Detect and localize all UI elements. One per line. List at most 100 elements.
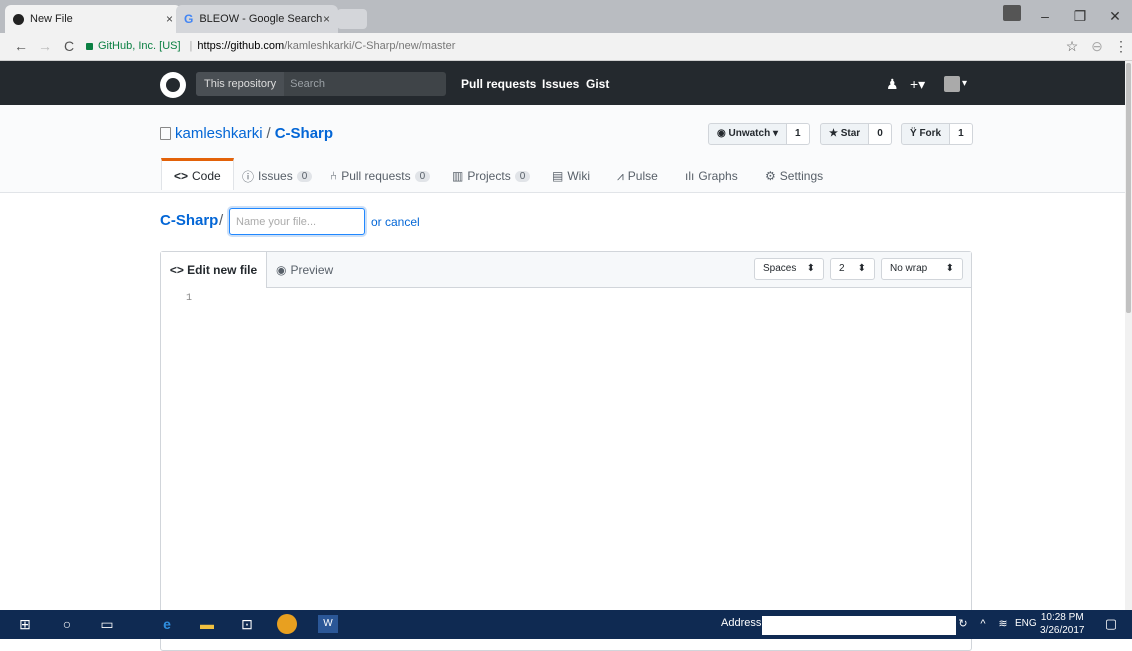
- header-nav-pull-requests[interactable]: Pull requests: [461, 72, 536, 96]
- reload-icon[interactable]: C: [60, 36, 78, 56]
- tab-graphs[interactable]: ılı Graphs: [685, 160, 738, 192]
- taskbar-clock[interactable]: 10:28 PM 3/26/2017: [1040, 611, 1085, 637]
- edge-browser-icon[interactable]: e: [156, 613, 178, 635]
- tab-code[interactable]: <> Code: [161, 158, 234, 190]
- star-button[interactable]: ★ Star: [820, 123, 870, 145]
- tab-pulse-label: Pulse: [627, 169, 658, 183]
- extension-icon[interactable]: ⊖: [1088, 36, 1106, 56]
- tab-wiki[interactable]: ▤ Wiki: [552, 160, 590, 192]
- forward-arrow-icon[interactable]: →: [36, 36, 54, 56]
- select-arrows-icon: ⬍: [945, 263, 954, 274]
- edit-new-file-tab[interactable]: <> Edit new file: [161, 252, 267, 288]
- url-separator: |: [189, 40, 193, 52]
- new-tab-button[interactable]: [337, 9, 367, 29]
- store-icon[interactable]: ⊡: [236, 613, 258, 635]
- browser-menu-icon[interactable]: ⋮: [1112, 36, 1130, 56]
- github-logo-icon[interactable]: [160, 72, 186, 98]
- unwatch-button[interactable]: ◉ Unwatch ▾: [708, 123, 787, 145]
- minimize-button[interactable]: –: [1030, 6, 1060, 26]
- close-tab-icon[interactable]: ×: [166, 12, 173, 26]
- avatar-chevron-down-icon[interactable]: ▾: [962, 72, 967, 96]
- action-center-icon[interactable]: ▢: [1100, 613, 1122, 635]
- watch-button-group: ◉ Unwatch ▾ 1: [708, 123, 810, 145]
- language-indicator[interactable]: ENG: [1015, 618, 1037, 629]
- url-path: /kamleshkarki/C-Sharp/new/master: [284, 40, 456, 52]
- create-new-plus-icon[interactable]: +▾: [910, 72, 925, 96]
- fork-button-group: Ÿ Fork 1: [901, 123, 973, 145]
- tab-pulse[interactable]: ⩘ Pulse: [617, 160, 658, 192]
- select-arrows-icon: ⬍: [806, 263, 815, 274]
- browser-tab-google-search[interactable]: G BLEOW - Google Search ×: [176, 5, 338, 33]
- edit-tab-label: Edit new file: [187, 263, 258, 277]
- taskbar-address-input[interactable]: [762, 616, 956, 635]
- tab-settings[interactable]: ⚙ Settings: [765, 160, 823, 192]
- window-close-button[interactable]: ✕: [1100, 6, 1130, 26]
- projects-counter: 0: [514, 170, 531, 182]
- breadcrumb-repo-link[interactable]: C-Sharp: [160, 212, 218, 229]
- cancel-link[interactable]: or cancel: [371, 215, 420, 229]
- header-nav-issues[interactable]: Issues: [542, 72, 579, 96]
- tab-pull-requests-label: Pull requests: [341, 169, 411, 183]
- show-hidden-icons-chevron-up-icon[interactable]: ^: [972, 613, 994, 635]
- tab-pull-requests[interactable]: ⑃ Pull requests 0: [330, 160, 431, 192]
- filename-input[interactable]: [229, 208, 365, 235]
- repository-search-input[interactable]: This repository Search: [196, 72, 446, 96]
- line-number: 1: [186, 293, 193, 304]
- close-tab-icon[interactable]: ×: [323, 12, 330, 26]
- tab-issues[interactable]: ⓘ Issues 0: [242, 160, 313, 192]
- repo-title-slash: /: [266, 125, 271, 142]
- code-icon: <>: [174, 168, 189, 183]
- tab-code-label: Code: [192, 168, 221, 183]
- unwatch-label: Unwatch ▾: [728, 128, 778, 139]
- onedrive-sync-icon[interactable]: ↻: [952, 613, 974, 635]
- wrap-mode-select[interactable]: No wrap ⬍: [881, 258, 963, 280]
- bookmark-star-icon[interactable]: ☆: [1063, 36, 1081, 56]
- windows-start-icon[interactable]: ⊞: [14, 613, 36, 635]
- indent-size-select[interactable]: 2 ⬍: [830, 258, 875, 280]
- word-icon[interactable]: W: [318, 615, 338, 633]
- scrollbar-thumb[interactable]: [1126, 63, 1131, 313]
- indent-mode-select[interactable]: Spaces ⬍: [754, 258, 824, 280]
- file-explorer-icon[interactable]: ▬: [196, 613, 218, 635]
- chevron-down-icon[interactable]: ⌄: [930, 613, 952, 635]
- chrome-browser-icon[interactable]: [277, 614, 297, 634]
- tab-issues-label: Issues: [258, 169, 293, 183]
- graph-icon: ılı: [685, 169, 695, 183]
- fork-label: Fork: [919, 128, 942, 139]
- notification-bell-icon[interactable]: ♟: [886, 72, 899, 96]
- header-nav-gist[interactable]: Gist: [586, 72, 609, 96]
- security-label: GitHub, Inc. [US]: [98, 40, 181, 52]
- indent-mode-value: Spaces: [763, 263, 797, 274]
- repo-name-link[interactable]: C-Sharp: [275, 125, 333, 142]
- google-favicon-icon: G: [184, 12, 194, 26]
- repo-owner-link[interactable]: kamleshkarki: [175, 125, 263, 142]
- breadcrumb-separator: /: [219, 212, 224, 229]
- taskbar-address-label: Address: [721, 617, 762, 629]
- watchers-count[interactable]: 1: [786, 123, 810, 145]
- wifi-icon[interactable]: ≋: [992, 613, 1014, 635]
- user-avatar[interactable]: [944, 76, 960, 92]
- preview-tab-label: Preview: [290, 263, 334, 277]
- star-icon: ★: [829, 128, 841, 139]
- tab-projects[interactable]: ▥ Projects 0: [452, 160, 531, 192]
- cortana-search-icon[interactable]: ○: [56, 613, 78, 635]
- repo-book-icon: [160, 127, 171, 140]
- search-placeholder: Search: [290, 78, 325, 90]
- clock-time: 10:28 PM: [1040, 612, 1084, 623]
- profile-icon[interactable]: [1003, 5, 1021, 21]
- issue-opened-icon: ⓘ: [242, 169, 255, 184]
- preview-tab[interactable]: ◉ Preview: [276, 252, 333, 288]
- pulse-icon: ⩘: [617, 168, 624, 183]
- stars-count[interactable]: 0: [869, 123, 892, 145]
- forks-count[interactable]: 1: [950, 123, 973, 145]
- tab-settings-label: Settings: [779, 169, 824, 183]
- url-omnibox[interactable]: GitHub, Inc. [US] | https://github.com/k…: [86, 36, 1086, 56]
- lock-icon: [86, 42, 93, 50]
- browser-tab-title: BLEOW - Google Search: [199, 13, 323, 25]
- fork-button[interactable]: Ÿ Fork: [901, 123, 951, 145]
- back-arrow-icon[interactable]: ←: [12, 36, 30, 56]
- maximize-button[interactable]: ❐: [1065, 6, 1095, 26]
- task-view-icon[interactable]: ▭: [96, 613, 118, 635]
- browser-tab-new-file[interactable]: New File ×: [5, 5, 181, 33]
- file-editor[interactable]: [160, 251, 972, 651]
